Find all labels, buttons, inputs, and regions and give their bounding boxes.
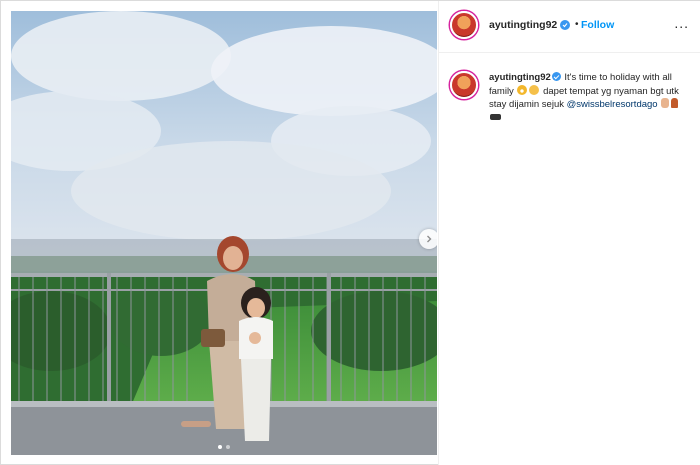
header-separator: • <box>575 19 579 30</box>
next-slide-button[interactable] <box>419 229 437 249</box>
post-side-panel: ayutingting92 • Follow ... ayutingting92… <box>438 1 700 465</box>
caption-avatar[interactable] <box>450 71 478 99</box>
post-header: ayutingting92 • Follow ... <box>439 1 700 53</box>
verified-badge-icon <box>551 72 561 81</box>
car-emoji-icon <box>490 113 501 120</box>
caption-username[interactable]: ayutingting92 <box>489 72 551 83</box>
avatar[interactable] <box>450 11 478 39</box>
follow-button[interactable]: Follow <box>581 19 614 31</box>
carousel-dot <box>226 445 230 449</box>
laughing-emoji-icon <box>529 84 540 95</box>
more-options-icon[interactable]: ... <box>674 15 689 31</box>
caption-mention-link[interactable]: @swissbelresortdago <box>567 99 658 110</box>
photo-image <box>11 11 437 455</box>
verified-badge-icon <box>560 20 570 30</box>
grinning-emoji-icon <box>517 84 528 95</box>
post-modal: ayutingting92 • Follow ... ayutingting92… <box>0 0 700 465</box>
person-emoji-icon <box>671 98 679 108</box>
post-photo[interactable] <box>11 11 437 455</box>
hands-emoji-icon <box>661 98 670 108</box>
carousel-dot-active <box>218 445 222 449</box>
header-username[interactable]: ayutingting92 <box>489 19 557 31</box>
carousel-indicator <box>11 445 437 449</box>
caption-text: ayutingting92 It's time to holiday with … <box>489 72 689 124</box>
chevron-right-icon <box>427 235 432 243</box>
